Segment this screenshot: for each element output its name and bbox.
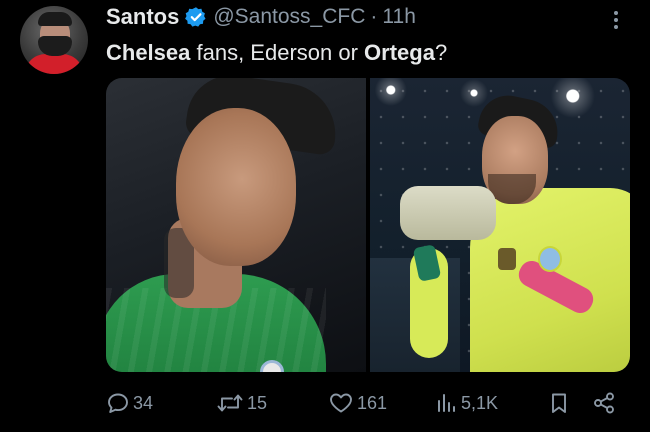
share-icon xyxy=(592,391,616,415)
retweet-count: 15 xyxy=(247,392,268,413)
media-photo-right[interactable] xyxy=(370,78,630,372)
tweet-text-part: fans, Ederson or xyxy=(190,40,365,65)
retweet-icon xyxy=(216,391,244,415)
more-dot xyxy=(614,18,618,22)
tweet-media xyxy=(106,78,630,372)
tweet-actions: 34 15 161 5,1K xyxy=(106,390,622,416)
photo-club-badge xyxy=(538,246,562,272)
tweet-header: Santos @Santoss_CFC · 11h xyxy=(106,3,416,31)
reply-icon xyxy=(106,391,130,415)
author-handle[interactable]: @Santoss_CFC xyxy=(213,5,365,29)
retweet-button[interactable]: 15 xyxy=(216,390,267,416)
views-icon xyxy=(436,391,458,415)
bookmark-button[interactable] xyxy=(548,390,570,416)
tweet: Santos @Santoss_CFC · 11h Chelsea fans, … xyxy=(0,0,650,432)
reply-button[interactable]: 34 xyxy=(106,390,153,416)
header-separator: · xyxy=(370,5,378,28)
photo-figure-head xyxy=(176,108,296,266)
tweet-text-part: Chelsea xyxy=(106,40,191,65)
more-dot xyxy=(614,11,618,15)
avatar[interactable] xyxy=(20,6,88,74)
verified-badge-icon xyxy=(185,6,207,28)
more-options-icon[interactable] xyxy=(606,8,626,32)
more-dot xyxy=(614,25,618,29)
share-button[interactable] xyxy=(592,390,616,416)
like-button[interactable]: 161 xyxy=(328,390,387,416)
avatar-hair xyxy=(38,12,72,26)
media-photo-left[interactable] xyxy=(106,78,366,372)
views-button[interactable]: 5,1K xyxy=(436,390,498,416)
reply-count: 34 xyxy=(133,392,154,413)
avatar-shirt xyxy=(24,54,84,74)
author-display-name[interactable]: Santos xyxy=(106,4,179,30)
photo-goalkeeper-gloves xyxy=(400,186,496,240)
heart-icon xyxy=(328,391,354,415)
photo-captain-badge xyxy=(498,248,516,270)
tweet-timestamp[interactable]: 11h xyxy=(382,5,415,29)
views-count: 5,1K xyxy=(461,392,499,413)
tweet-text-part: ? xyxy=(434,40,448,65)
avatar-mask xyxy=(38,36,72,56)
like-count: 161 xyxy=(357,392,388,413)
tweet-text: Chelsea fans, Ederson or Ortega? xyxy=(106,38,447,68)
tweet-text-part: Ortega xyxy=(364,40,435,65)
bookmark-icon xyxy=(548,391,570,415)
